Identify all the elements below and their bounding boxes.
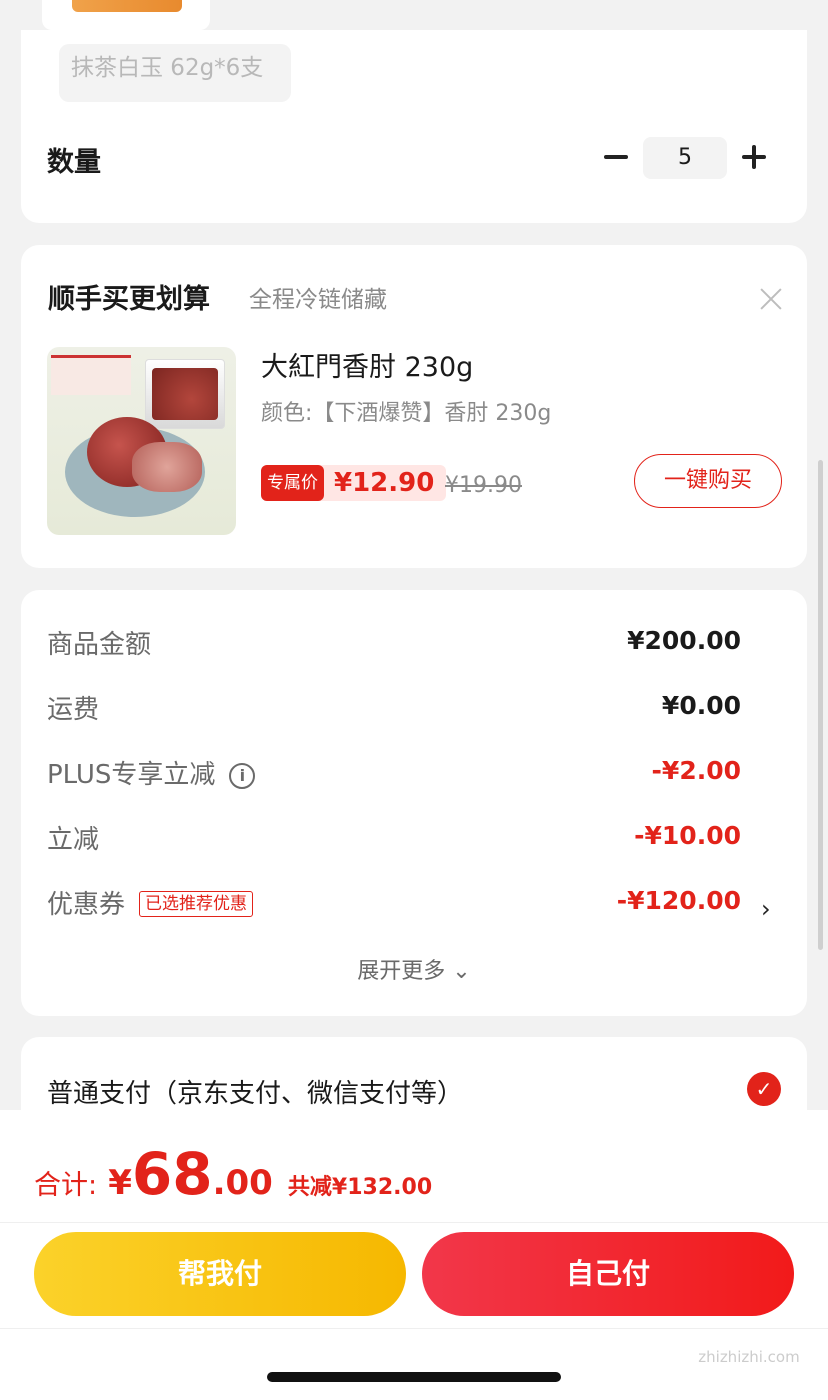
exclusive-price: ¥12.90 (334, 468, 435, 498)
close-icon[interactable] (759, 287, 783, 311)
quantity-card: 抹茶白玉 62g*6支 数量 5 (21, 30, 807, 223)
coupon-badge: 已选推荐优惠 (139, 891, 254, 917)
summary-label: 优惠券 (47, 890, 126, 920)
quantity-label: 数量 (47, 147, 101, 178)
expand-more-link[interactable]: 展开更多 ⌄ (21, 953, 807, 985)
summary-row-plus: PLUS专享立减 i -¥2.00 (47, 754, 741, 794)
total-yen: ¥ (108, 1163, 132, 1203)
info-icon[interactable]: i (229, 763, 256, 789)
watermark: zhizhizhi.com (698, 1348, 800, 1366)
summary-value: ¥200.00 (627, 626, 741, 655)
ham-slice-image (132, 442, 202, 492)
summary-label: 运费 (47, 695, 100, 725)
upsell-product-image[interactable] (47, 347, 236, 535)
summary-row-goods: 商品金额 ¥200.00 (47, 624, 741, 664)
summary-label: PLUS专享立减 (47, 760, 216, 790)
summary-value: -¥2.00 (651, 756, 741, 785)
product-package-image (72, 0, 182, 12)
divider (0, 1328, 828, 1329)
total-line: 合计: ¥68.00 共减¥132.00 (34, 1140, 432, 1208)
summary-label: 商品金额 (47, 630, 152, 660)
total-amount-int: 68 (131, 1140, 213, 1208)
upsell-subtitle: 全程冷链储藏 (249, 287, 387, 313)
quantity-input[interactable]: 5 (643, 137, 727, 179)
exclusive-price-tag: 专属价 ¥12.90 (261, 465, 447, 501)
minus-icon[interactable] (601, 142, 631, 172)
home-indicator[interactable] (267, 1372, 561, 1382)
scrollbar[interactable] (818, 460, 823, 950)
divider (0, 1222, 828, 1223)
upsell-product-name[interactable]: 大紅門香肘 230g (261, 345, 473, 384)
summary-label-wrap: 优惠券 已选推荐优惠 (47, 884, 254, 921)
price-summary-card: 商品金额 ¥200.00 运费 ¥0.00 PLUS专享立减 i -¥2.00 立… (21, 590, 807, 1016)
spec-chip[interactable]: 抹茶白玉 62g*6支 (59, 44, 291, 102)
product-thumbnail (42, 0, 210, 30)
upsell-product-variant: 颜色:【下酒爆赞】香肘 230g (261, 401, 552, 426)
payment-method-label: 普通支付（京东支付、微信支付等） (47, 1079, 464, 1109)
summary-label-wrap: PLUS专享立减 i (47, 754, 256, 791)
one-click-buy-button[interactable]: 一键购买 (634, 454, 782, 508)
summary-row-shipping: 运费 ¥0.00 (47, 689, 741, 729)
upsell-title: 顺手买更划算 (48, 284, 210, 315)
bottom-bar: 合计: ¥68.00 共减¥132.00 帮我付 自己付 zhizhizhi.c… (0, 1110, 828, 1400)
self-pay-button[interactable]: 自己付 (422, 1232, 794, 1316)
summary-value: ¥0.00 (661, 691, 741, 720)
upsell-card: 顺手买更划算 全程冷链储藏 大紅門香肘 230g 颜色:【下酒爆赞】香肘 230… (21, 245, 807, 568)
total-label: 合计: (34, 1170, 98, 1201)
brand-logo (51, 355, 131, 395)
summary-row-coupon[interactable]: 优惠券 已选推荐优惠 -¥120.00 (47, 884, 741, 924)
total-saved: 共减¥132.00 (287, 1175, 433, 1200)
total-amount-dec: .00 (212, 1163, 273, 1203)
price-tag-label: 专属价 (261, 465, 324, 501)
package-box (145, 359, 225, 429)
chevron-right-icon[interactable]: › (761, 895, 771, 923)
plus-icon[interactable] (739, 142, 769, 172)
summary-value: -¥10.00 (634, 821, 741, 850)
original-price: ¥19.90 (445, 473, 522, 498)
summary-row-discount: 立减 -¥10.00 (47, 819, 741, 859)
help-pay-button[interactable]: 帮我付 (34, 1232, 406, 1316)
check-icon[interactable]: ✓ (747, 1072, 781, 1106)
summary-label: 立减 (47, 825, 100, 855)
summary-value: -¥120.00 (616, 886, 741, 915)
